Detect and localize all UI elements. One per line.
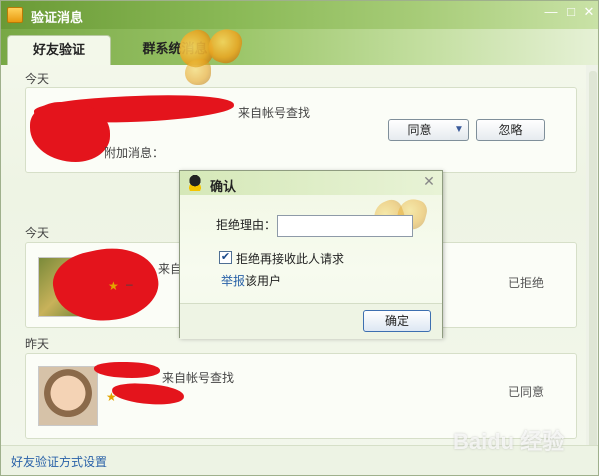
day-label: 今天 (25, 72, 50, 86)
reject-reason-label: 拒绝理由： (216, 218, 277, 232)
baidu-watermark: Baidu 经验 (453, 429, 565, 454)
tab-friend-verification[interactable]: 好友验证 (7, 35, 111, 65)
confirm-button[interactable]: 确定 (363, 310, 431, 332)
report-user-suffix: 该用户 (245, 274, 282, 288)
report-user-link[interactable]: 举报 (221, 272, 245, 289)
verification-window: 验证消息 — □ ✕ 好友验证 群系统消息 今天 来自帐号查找 附加消息： 同意… (0, 0, 599, 476)
reject-reason-input[interactable] (277, 215, 413, 237)
scrollbar-thumb[interactable] (589, 71, 597, 451)
speaker-icon (7, 7, 23, 23)
request-source: 来自帐号查找 (162, 371, 235, 385)
window-title: 验证消息 (31, 10, 84, 25)
butterfly-decoration (171, 25, 251, 95)
star-icon: ★ (106, 390, 117, 404)
dialog-title-bar: 确认 ✕ (180, 171, 442, 195)
tab-bar: 好友验证 群系统消息 (1, 29, 598, 65)
ignore-button[interactable]: 忽略 (476, 119, 545, 141)
dialog-title: 确认 (210, 179, 237, 194)
qq-penguin-icon (188, 175, 202, 191)
redacted-avatar (30, 102, 110, 162)
minimize-button[interactable]: — (541, 3, 561, 21)
maximize-button[interactable]: □ (561, 3, 581, 21)
confirm-dialog: 确认 ✕ 拒绝理由： ✔ 拒绝再接收此人请求 举报 该用户 确定 (179, 170, 443, 339)
day-label: 昨天 (25, 337, 50, 351)
redacted-name (94, 362, 160, 378)
close-button[interactable]: ✕ (579, 3, 598, 21)
request-status: 已同意 (507, 385, 544, 399)
request-status: 已拒绝 (507, 276, 544, 290)
star-icon: ★ (108, 279, 119, 293)
dialog-close-button[interactable]: ✕ (420, 173, 438, 189)
day-label: 今天 (25, 226, 50, 240)
request-source: 来自帐号查找 (238, 106, 311, 120)
accept-options-dropdown[interactable]: ▼ (450, 119, 469, 141)
title-bar: 验证消息 — □ ✕ (1, 1, 598, 29)
verification-settings-link[interactable]: 好友验证方式设置 (11, 453, 107, 470)
reject-future-requests-label[interactable]: 拒绝再接收此人请求 (236, 250, 344, 267)
redacted-name (47, 238, 165, 332)
name-dash: – (126, 277, 133, 291)
accept-button[interactable]: 同意 (388, 119, 451, 141)
avatar (38, 366, 98, 426)
reject-future-requests-checkbox[interactable]: ✔ (219, 251, 232, 264)
request-extra-message: 附加消息： (104, 146, 165, 160)
